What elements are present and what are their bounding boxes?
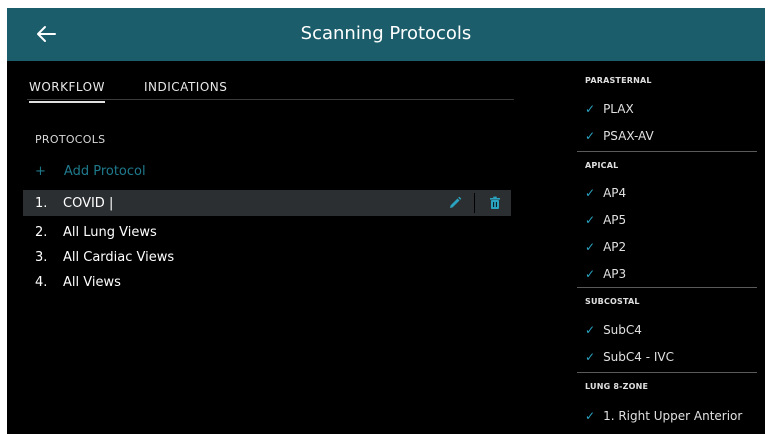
category-apical: APICAL (585, 161, 619, 170)
protocol-item-lung[interactable]: 2. All Lung Views (23, 219, 511, 245)
view-item-subc4[interactable]: ✓ SubC4 (585, 323, 642, 337)
check-icon: ✓ (585, 102, 596, 116)
view-label: PSAX-AV (603, 129, 654, 143)
divider (577, 372, 757, 373)
app-window: Scanning Protocols WORKFLOW INDICATIONS … (7, 8, 765, 434)
check-icon: ✓ (585, 409, 596, 423)
protocol-name: COVID | (63, 196, 114, 211)
protocol-number: 3. (35, 250, 48, 265)
view-label: AP5 (603, 213, 627, 227)
tab-bar: WORKFLOW INDICATIONS (27, 71, 514, 103)
protocols-section-label: PROTOCOLS (35, 133, 106, 146)
page-title: Scanning Protocols (300, 23, 472, 44)
protocol-number: 2. (35, 225, 48, 240)
tab-workflow[interactable]: WORKFLOW (29, 80, 105, 103)
view-item-ap4[interactable]: ✓ AP4 (585, 186, 626, 200)
trash-icon[interactable] (487, 195, 503, 211)
category-subcostal: SUBCOSTAL (585, 297, 640, 306)
check-icon: ✓ (585, 240, 596, 254)
protocol-name: All Lung Views (63, 225, 157, 240)
protocol-name: All Views (63, 275, 121, 290)
category-parasternal: PARASTERNAL (585, 76, 652, 85)
check-icon: ✓ (585, 129, 596, 143)
view-label: AP2 (603, 240, 627, 254)
protocol-number: 1. (35, 196, 48, 211)
view-label: AP4 (603, 186, 627, 200)
check-icon: ✓ (585, 350, 596, 364)
protocol-name: All Cardiac Views (63, 250, 175, 265)
protocol-item-all[interactable]: 4. All Views (23, 269, 511, 295)
view-item-ap5[interactable]: ✓ AP5 (585, 213, 626, 227)
divider (474, 193, 475, 213)
category-lung-8-zone: LUNG 8-ZONE (585, 382, 649, 391)
add-protocol-label: Add Protocol (63, 164, 146, 179)
check-icon: ✓ (585, 186, 596, 200)
check-icon: ✓ (585, 213, 596, 227)
tab-indications[interactable]: INDICATIONS (144, 80, 227, 94)
divider (577, 287, 757, 288)
plus-icon: + (35, 164, 46, 179)
pencil-icon[interactable] (447, 195, 463, 211)
view-label: AP3 (603, 267, 627, 281)
protocols-panel: WORKFLOW INDICATIONS PROTOCOLS + Add Prot… (7, 61, 517, 434)
protocol-item-covid[interactable]: 1. COVID | (23, 190, 511, 216)
add-protocol-button[interactable]: + Add Protocol (35, 164, 146, 179)
view-label: SubC4 - IVC (603, 350, 675, 364)
view-label: SubC4 (603, 323, 642, 337)
protocol-item-cardiac[interactable]: 3. All Cardiac Views (23, 244, 511, 270)
views-panel: PARASTERNAL ✓ PLAX ✓ PSAX-AV APICAL ✓ AP4 ✓… (567, 61, 765, 434)
view-item-psax-av[interactable]: ✓ PSAX-AV (585, 129, 654, 143)
header-bar: Scanning Protocols (7, 8, 765, 61)
view-label: 1. Right Upper Anterior (603, 409, 743, 423)
view-item-plax[interactable]: ✓ PLAX (585, 102, 634, 116)
check-icon: ✓ (585, 323, 596, 337)
view-item-ap2[interactable]: ✓ AP2 (585, 240, 626, 254)
view-label: PLAX (603, 102, 634, 116)
check-icon: ✓ (585, 267, 596, 281)
view-item-ap3[interactable]: ✓ AP3 (585, 267, 626, 281)
protocol-number: 4. (35, 275, 48, 290)
divider (577, 151, 757, 152)
view-item-right-upper-anterior[interactable]: ✓ 1. Right Upper Anterior (585, 409, 742, 423)
view-item-subc4-ivc[interactable]: ✓ SubC4 - IVC (585, 350, 674, 364)
